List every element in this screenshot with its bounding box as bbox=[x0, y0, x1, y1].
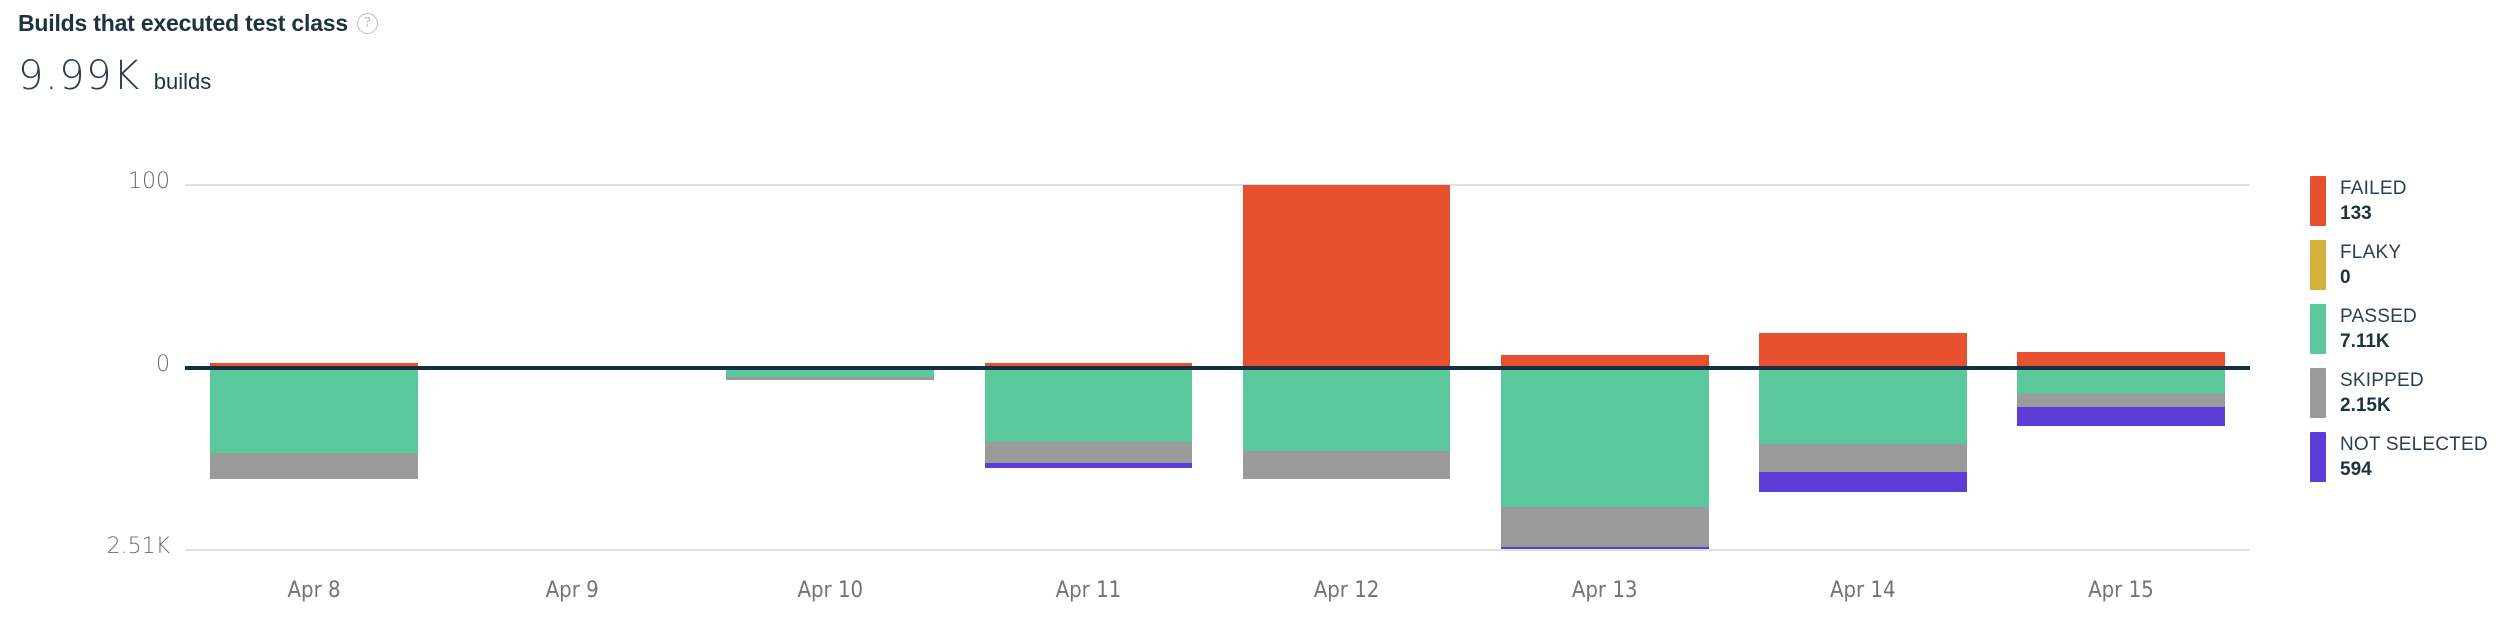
x-axis-tick-label: Apr 15 bbox=[2088, 578, 2154, 603]
y-axis-tick-label: 0 bbox=[156, 352, 170, 377]
bar-group[interactable]: Apr 11 bbox=[984, 0, 1193, 638]
bar-segment-not-selected[interactable] bbox=[2017, 406, 2225, 426]
legend-text: FAILED 133 bbox=[2340, 176, 2407, 226]
plot-area: 100 0 2.51K Apr 8 Apr 9 Apr 10 Apr 11 Apr 12 Apr… bbox=[0, 0, 2300, 638]
bar-segment-passed[interactable] bbox=[1500, 368, 1709, 508]
bar-segment-skipped[interactable] bbox=[726, 377, 935, 380]
x-axis-tick-label: Apr 8 bbox=[287, 578, 341, 603]
legend-text: SKIPPED 2.15K bbox=[2340, 368, 2424, 418]
legend-swatch-skipped bbox=[2310, 368, 2326, 418]
bar-segment-failed[interactable] bbox=[1758, 333, 1967, 368]
legend-label: PASSED bbox=[2340, 306, 2417, 327]
legend-value: 2.15K bbox=[2340, 395, 2391, 416]
legend-value: 0 bbox=[2340, 267, 2351, 288]
bar-segment-skipped[interactable] bbox=[1758, 443, 1967, 472]
bar-segment-not-selected[interactable] bbox=[1758, 471, 1967, 492]
legend-text: FLAKY 0 bbox=[2340, 240, 2401, 290]
legend-label: FLAKY bbox=[2340, 242, 2402, 263]
bar-group[interactable]: Apr 10 bbox=[726, 0, 935, 638]
x-axis-tick-label: Apr 12 bbox=[1313, 578, 1380, 603]
bar-segment-failed[interactable] bbox=[1242, 185, 1451, 368]
legend-swatch-not_selected bbox=[2310, 432, 2326, 482]
legend-item-flaky[interactable]: FLAKY 0 bbox=[2310, 240, 2488, 290]
bar-segment-not-selected[interactable] bbox=[1500, 547, 1709, 550]
bar-segment-passed[interactable] bbox=[1758, 368, 1967, 444]
legend-text: PASSED 7.11K bbox=[2340, 304, 2417, 354]
legend-swatch-passed bbox=[2310, 304, 2326, 354]
bar-segment-not-selected[interactable] bbox=[984, 463, 1193, 469]
bar-group[interactable]: Apr 9 bbox=[468, 0, 677, 638]
bar-segment-skipped[interactable] bbox=[210, 452, 418, 479]
zero-baseline bbox=[185, 366, 2250, 370]
legend-item-not_selected[interactable]: NOT SELECTED 594 bbox=[2310, 432, 2488, 482]
chart-legend: FAILED 133 FLAKY 0 PASSED 7.11K SKIPPED 2.15K NO… bbox=[2310, 176, 2488, 496]
bar-segment-skipped[interactable] bbox=[1242, 451, 1451, 480]
bar-group[interactable]: Apr 13 bbox=[1500, 0, 1709, 638]
bar-segment-passed[interactable] bbox=[2017, 368, 2225, 394]
legend-label: NOT SELECTED bbox=[2340, 434, 2488, 455]
y-axis-tick-label: 100 bbox=[128, 169, 170, 194]
legend-item-skipped[interactable]: SKIPPED 2.15K bbox=[2310, 368, 2488, 418]
bar-group[interactable]: Apr 15 bbox=[2017, 0, 2225, 638]
bar-group[interactable]: Apr 12 bbox=[1242, 0, 1451, 638]
legend-text: NOT SELECTED 594 bbox=[2340, 432, 2488, 482]
bar-group[interactable]: Apr 8 bbox=[210, 0, 418, 638]
legend-label: SKIPPED bbox=[2340, 370, 2424, 391]
bar-segment-passed[interactable] bbox=[984, 368, 1193, 442]
legend-value: 133 bbox=[2340, 203, 2372, 224]
x-axis-tick-label: Apr 9 bbox=[545, 578, 599, 603]
x-axis-tick-label: Apr 11 bbox=[1055, 578, 1122, 603]
x-axis-tick-label: Apr 13 bbox=[1571, 578, 1638, 603]
chart-widget: Builds that executed test class ? 9.99K … bbox=[0, 0, 2520, 638]
legend-label: FAILED bbox=[2340, 178, 2407, 199]
legend-swatch-failed bbox=[2310, 176, 2326, 226]
legend-value: 7.11K bbox=[2340, 331, 2390, 352]
bar-group[interactable]: Apr 14 bbox=[1758, 0, 1967, 638]
x-axis-tick-label: Apr 10 bbox=[797, 578, 864, 603]
bar-segment-passed[interactable] bbox=[1242, 368, 1451, 452]
legend-swatch-flaky bbox=[2310, 240, 2326, 290]
y-axis-tick-label: 2.51K bbox=[106, 534, 170, 559]
legend-value: 594 bbox=[2340, 459, 2372, 480]
x-axis-tick-label: Apr 14 bbox=[1829, 578, 1896, 603]
legend-item-passed[interactable]: PASSED 7.11K bbox=[2310, 304, 2488, 354]
bar-segment-skipped[interactable] bbox=[984, 441, 1193, 464]
bar-segment-passed[interactable] bbox=[210, 368, 418, 453]
legend-item-failed[interactable]: FAILED 133 bbox=[2310, 176, 2488, 226]
bar-segment-skipped[interactable] bbox=[1500, 507, 1709, 548]
bar-segment-skipped[interactable] bbox=[2017, 393, 2225, 407]
